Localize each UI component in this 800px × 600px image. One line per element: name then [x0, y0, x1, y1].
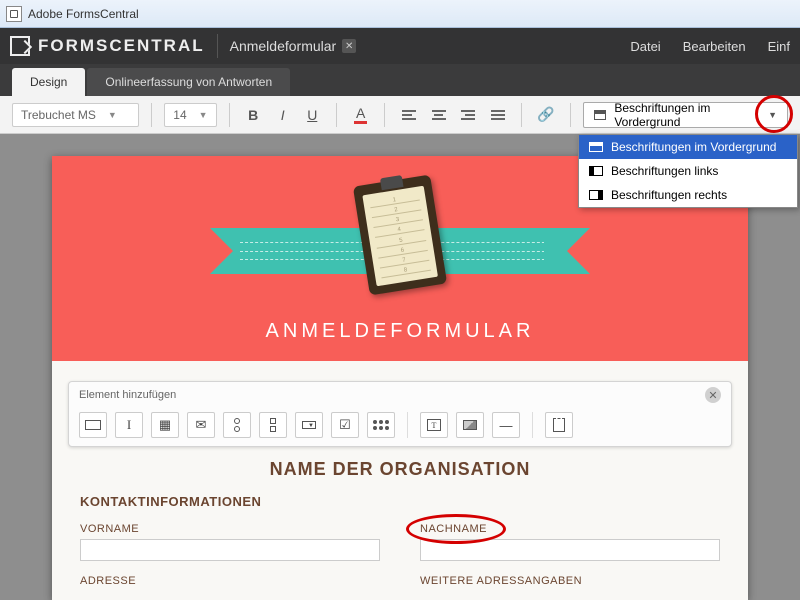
- chevron-down-icon: ▼: [108, 110, 117, 120]
- font-value: Trebuchet MS: [21, 108, 96, 122]
- close-document-button[interactable]: ✕: [342, 39, 356, 53]
- align-center-button[interactable]: [427, 103, 451, 127]
- hero-title: ANMELDEFORMULAR: [52, 320, 748, 343]
- label-position-menu: Beschriftungen im Vordergrund Beschriftu…: [578, 134, 798, 208]
- label-option-top[interactable]: Beschriftungen im Vordergrund: [579, 135, 797, 159]
- menu-insert[interactable]: Einf: [768, 39, 790, 54]
- tool-image[interactable]: [456, 412, 484, 438]
- field-lastname[interactable]: NACHNAME: [420, 523, 720, 561]
- tool-textarea[interactable]: I: [115, 412, 143, 438]
- format-toolbar: Trebuchet MS ▼ 14 ▼ B I U A 🔗 Beschriftu…: [0, 96, 800, 134]
- form-body: NAME DER ORGANISATION KONTAKTINFORMATION…: [52, 459, 748, 600]
- underline-button[interactable]: U: [301, 103, 325, 127]
- label-left-icon: [589, 166, 603, 176]
- label-lastname: NACHNAME: [420, 523, 720, 535]
- element-insert-panel: Element hinzufügen ✕ I ▦ ✉ ▼ ☑ T —: [68, 381, 732, 447]
- menu-file[interactable]: Datei: [630, 39, 660, 54]
- form-page[interactable]: 12345678 ANMELDEFORMULAR Element hinzufü…: [52, 156, 748, 600]
- label-firstname: VORNAME: [80, 523, 380, 535]
- label-option-right-text: Beschriftungen rechts: [611, 188, 727, 202]
- tool-checkbox-list[interactable]: [259, 412, 287, 438]
- chevron-down-icon: ▼: [199, 110, 208, 120]
- label-option-top-text: Beschriftungen im Vordergrund: [611, 140, 776, 154]
- align-justify-button[interactable]: [486, 103, 510, 127]
- org-title[interactable]: NAME DER ORGANISATION: [80, 459, 720, 480]
- menu-bar: Datei Bearbeiten Einf: [630, 39, 790, 54]
- label-top-icon: [589, 142, 603, 152]
- font-size-value: 14: [173, 108, 186, 122]
- field-firstname[interactable]: VORNAME: [80, 523, 380, 561]
- font-selector[interactable]: Trebuchet MS ▼: [12, 103, 139, 127]
- italic-button[interactable]: I: [271, 103, 295, 127]
- tool-textfield[interactable]: [79, 412, 107, 438]
- label-top-icon: [594, 110, 607, 120]
- font-size-selector[interactable]: 14 ▼: [164, 103, 216, 127]
- document-title: Anmeldeformular: [230, 38, 337, 54]
- tab-design[interactable]: Design: [12, 68, 85, 96]
- label-position-dropdown[interactable]: Beschriftungen im Vordergrund ▼: [583, 102, 788, 128]
- label-right-icon: [589, 190, 603, 200]
- tool-checkbox[interactable]: ☑: [331, 412, 359, 438]
- close-panel-button[interactable]: ✕: [705, 387, 721, 403]
- clipboard-graphic: 12345678: [353, 175, 447, 296]
- tab-bar: Design Onlineerfassung von Antworten: [0, 64, 800, 96]
- chevron-down-icon: ▼: [768, 110, 777, 120]
- section-contact-header[interactable]: KONTAKTINFORMATIONEN: [80, 494, 720, 509]
- tool-pagebreak[interactable]: [545, 412, 573, 438]
- tool-date[interactable]: ▦: [151, 412, 179, 438]
- label-option-right[interactable]: Beschriftungen rechts: [579, 183, 797, 207]
- field-more-address[interactable]: WEITERE ADRESSANGABEN: [420, 575, 720, 591]
- bold-button[interactable]: B: [241, 103, 265, 127]
- align-left-button[interactable]: [397, 103, 421, 127]
- link-button[interactable]: 🔗: [534, 103, 558, 127]
- header-divider: [217, 34, 218, 58]
- input-firstname[interactable]: [80, 539, 380, 561]
- app-header: FORMSCENTRAL Anmeldeformular ✕ Datei Bea…: [0, 28, 800, 64]
- align-right-button[interactable]: [456, 103, 480, 127]
- tool-dropdown[interactable]: ▼: [295, 412, 323, 438]
- brand-text: FORMSCENTRAL: [38, 36, 205, 56]
- tool-email[interactable]: ✉: [187, 412, 215, 438]
- menu-edit[interactable]: Bearbeiten: [683, 39, 746, 54]
- window-titlebar: Adobe FormsCentral: [0, 0, 800, 28]
- app-icon: [6, 6, 22, 22]
- tool-radio[interactable]: [223, 412, 251, 438]
- tool-heading[interactable]: T: [420, 412, 448, 438]
- label-option-left-text: Beschriftungen links: [611, 164, 718, 178]
- window-title: Adobe FormsCentral: [28, 7, 139, 21]
- tool-rating[interactable]: [367, 412, 395, 438]
- input-lastname[interactable]: [420, 539, 720, 561]
- label-more-address: WEITERE ADRESSANGABEN: [420, 575, 720, 587]
- tool-divider[interactable]: —: [492, 412, 520, 438]
- label-dropdown-value: Beschriftungen im Vordergrund: [614, 101, 760, 129]
- brand-icon: [10, 36, 30, 56]
- element-panel-title: Element hinzufügen: [79, 389, 176, 401]
- label-option-left[interactable]: Beschriftungen links: [579, 159, 797, 183]
- tab-responses[interactable]: Onlineerfassung von Antworten: [87, 68, 290, 96]
- field-address[interactable]: ADRESSE: [80, 575, 380, 591]
- text-color-button[interactable]: A: [349, 103, 373, 127]
- label-address: ADRESSE: [80, 575, 380, 587]
